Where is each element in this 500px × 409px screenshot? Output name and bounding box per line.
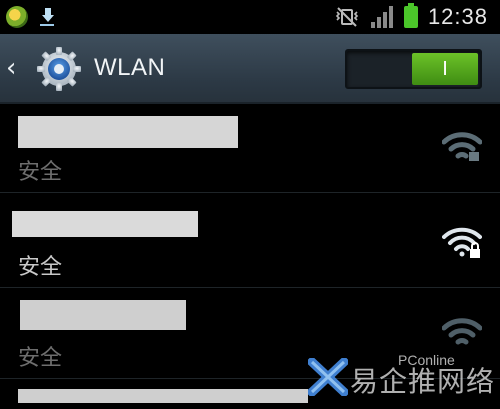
network-name-redacted [18, 116, 238, 148]
security-label: 安全 [18, 346, 63, 371]
watermark: PConline 易企推网络 [306, 352, 500, 400]
watermark-text: 易企推网络 [350, 365, 496, 398]
security-label: 安全 [18, 160, 63, 185]
network-item[interactable]: 安全 [0, 104, 500, 193]
watermark-logo-icon [308, 358, 348, 396]
vibrate-mute-icon [335, 7, 359, 27]
wifi-weak-icon [442, 132, 482, 161]
page-title: WLAN [94, 54, 166, 81]
download-icon [40, 8, 54, 26]
gear-icon[interactable] [36, 46, 82, 92]
network-name-redacted [20, 300, 186, 330]
network-item[interactable]: 安全 [0, 193, 500, 288]
signal-icon [370, 6, 393, 28]
wifi-lock-icon [442, 227, 482, 258]
battery-icon [403, 3, 418, 28]
wifi-weak-icon [442, 318, 482, 345]
toggle-knob: I [412, 53, 478, 85]
action-bar: ‹ WLAN I [0, 34, 500, 104]
security-label: 安全 [18, 255, 63, 280]
status-bar: 12:38 [0, 0, 500, 34]
app-notification-icon [6, 6, 28, 28]
clock: 12:38 [427, 4, 488, 29]
chevron-left-icon[interactable]: ‹ [6, 54, 26, 82]
wlan-toggle[interactable]: I [345, 49, 482, 89]
network-name-redacted [12, 211, 198, 237]
